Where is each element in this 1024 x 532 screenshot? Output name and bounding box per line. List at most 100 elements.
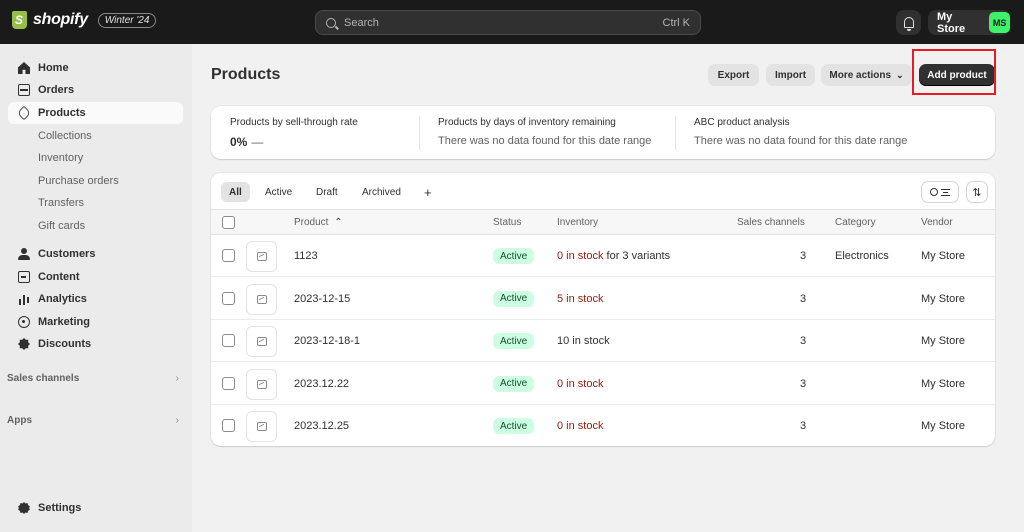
sidebar-item-collections[interactable]: Collections: [38, 127, 92, 145]
analytics-icon: [18, 293, 30, 305]
sidebar-item-label: Analytics: [38, 293, 87, 305]
vendor-cell: My Store: [921, 250, 966, 262]
sidebar-item-content[interactable]: Content: [8, 266, 183, 288]
product-title[interactable]: 2023.12.22: [294, 378, 349, 390]
marketing-icon: [18, 316, 30, 328]
product-title[interactable]: 2023-12-18-1: [294, 335, 360, 347]
bell-icon: [903, 17, 914, 31]
divider: [675, 116, 676, 150]
sales-channels-count: 3: [800, 292, 807, 305]
store-name: My Store: [937, 10, 966, 35]
image-placeholder-icon: [256, 422, 267, 431]
page-title: Products: [211, 66, 281, 83]
sidebar-item-inventory[interactable]: Inventory: [38, 149, 83, 167]
metric-sell-through[interactable]: Products by sell-through rate 0% —: [230, 117, 358, 149]
row-checkbox[interactable]: [222, 291, 235, 305]
metric-trend: —: [251, 135, 264, 149]
highlight-box: [912, 49, 996, 95]
sidebar-item-discounts[interactable]: Discounts: [8, 333, 183, 355]
product-title[interactable]: 2023.12.25: [294, 420, 349, 432]
table-row[interactable]: 1123 Active 0 in stock for 3 variants 3 Elec…: [211, 235, 995, 277]
tab-all[interactable]: All: [221, 182, 250, 202]
row-checkbox[interactable]: [222, 249, 235, 262]
import-button[interactable]: Import: [766, 64, 815, 86]
product-title[interactable]: 2023-12-15: [294, 293, 350, 305]
table-row[interactable]: 2023.12.22 Active 0 in stock 3 My Store: [211, 363, 995, 405]
tab-draft[interactable]: Draft: [308, 182, 346, 202]
image-placeholder-icon: [256, 379, 267, 389]
metric-value-row: 0% —: [230, 135, 358, 149]
search-icon: [326, 17, 336, 28]
search-input[interactable]: Search Ctrl K: [315, 10, 701, 35]
select-all-checkbox[interactable]: [222, 216, 235, 229]
sidebar-item-label: Orders: [38, 84, 75, 96]
table-row[interactable]: 2023-12-15 Active 5 in stock 3 My Store: [211, 278, 995, 320]
add-view-button[interactable]: +: [416, 182, 440, 202]
column-status: Status: [493, 217, 522, 228]
content-icon: [18, 271, 30, 283]
sidebar: Home Orders Products Collections Invento…: [0, 44, 192, 532]
table-row[interactable]: 2023-12-18-1 Active 10 in stock 3 My Store: [211, 320, 995, 362]
sidebar-item-marketing[interactable]: Marketing: [8, 311, 183, 333]
row-checkbox[interactable]: [222, 419, 235, 432]
sidebar-item-home[interactable]: Home: [8, 57, 183, 79]
chevron-right-icon: ›: [175, 415, 179, 426]
inventory-cell: 10 in stock: [557, 335, 610, 347]
top-bar: shopify Winter '24 Search Ctrl K My Stor…: [0, 0, 1024, 44]
metric-label: Products by sell-through rate: [230, 117, 358, 128]
product-thumbnail[interactable]: [246, 241, 277, 272]
sidebar-item-settings[interactable]: Settings: [8, 497, 183, 519]
more-actions-button[interactable]: More actions ⌄: [821, 64, 912, 86]
row-checkbox[interactable]: [222, 376, 235, 390]
sales-channels-count: 3: [800, 420, 807, 432]
sidebar-item-gift-cards[interactable]: Gift cards: [38, 217, 85, 235]
notifications-button[interactable]: [896, 10, 921, 35]
search-icon: [930, 188, 938, 196]
product-thumbnail[interactable]: [246, 368, 277, 400]
brand-name: shopify: [33, 11, 88, 28]
inventory-stock: 10 in stock: [557, 335, 610, 347]
column-category: Category: [835, 217, 876, 228]
metric-empty-text: There was no data found for this date ra…: [438, 135, 652, 147]
chevron-right-icon: ›: [175, 373, 179, 384]
sidebar-item-products[interactable]: Products: [8, 102, 183, 124]
sidebar-item-label: Customers: [38, 248, 96, 260]
status-badge: Active: [493, 248, 535, 264]
sort-button[interactable]: ⇅: [966, 181, 988, 203]
row-checkbox[interactable]: [222, 334, 235, 347]
inventory-stock: 0 in stock: [557, 377, 604, 390]
tab-archived[interactable]: Archived: [354, 182, 409, 202]
tab-active[interactable]: Active: [257, 182, 300, 202]
column-product[interactable]: Product ⌃: [294, 217, 343, 228]
product-thumbnail[interactable]: [246, 326, 277, 357]
store-menu-button[interactable]: My Store MS: [928, 10, 1010, 35]
metric-label: ABC product analysis: [694, 117, 790, 128]
edition-badge: Winter '24: [97, 12, 157, 28]
sort-caret-icon: ⌃: [334, 217, 343, 228]
column-vendor: Vendor: [921, 217, 953, 228]
sidebar-item-purchase-orders[interactable]: Purchase orders: [38, 172, 119, 190]
table-row[interactable]: 2023.12.25 Active 0 in stock 3 My Store: [211, 405, 995, 446]
metric-empty-text: There was no data found for this date ra…: [694, 135, 908, 147]
metric-days-inventory[interactable]: Products by days of inventory remaining …: [438, 117, 651, 147]
shopify-logo[interactable]: shopify Winter '24: [12, 11, 157, 29]
product-thumbnail[interactable]: [246, 283, 277, 315]
filter-icon: [941, 188, 950, 196]
sidebar-item-label: Discounts: [38, 338, 92, 350]
sidebar-item-transfers[interactable]: Transfers: [38, 194, 84, 212]
metric-label: Products by days of inventory remaining: [438, 117, 616, 128]
sidebar-item-orders[interactable]: Orders: [8, 79, 183, 101]
vendor-cell: My Store: [921, 335, 966, 347]
image-placeholder-icon: [256, 294, 267, 304]
image-placeholder-icon: [256, 337, 267, 346]
sidebar-section-apps[interactable]: Apps ›: [7, 415, 179, 426]
sidebar-item-analytics[interactable]: Analytics: [8, 288, 183, 310]
metric-abc-analysis[interactable]: ABC product analysis There was no data f…: [694, 117, 907, 147]
category-cell: Electronics: [835, 250, 889, 262]
sidebar-item-customers[interactable]: Customers: [8, 243, 183, 265]
sidebar-section-sales-channels[interactable]: Sales channels ›: [7, 373, 179, 384]
search-filter-button[interactable]: [921, 181, 959, 203]
product-title[interactable]: 1123: [294, 250, 318, 262]
export-button[interactable]: Export: [708, 64, 759, 86]
product-thumbnail[interactable]: [246, 411, 277, 442]
